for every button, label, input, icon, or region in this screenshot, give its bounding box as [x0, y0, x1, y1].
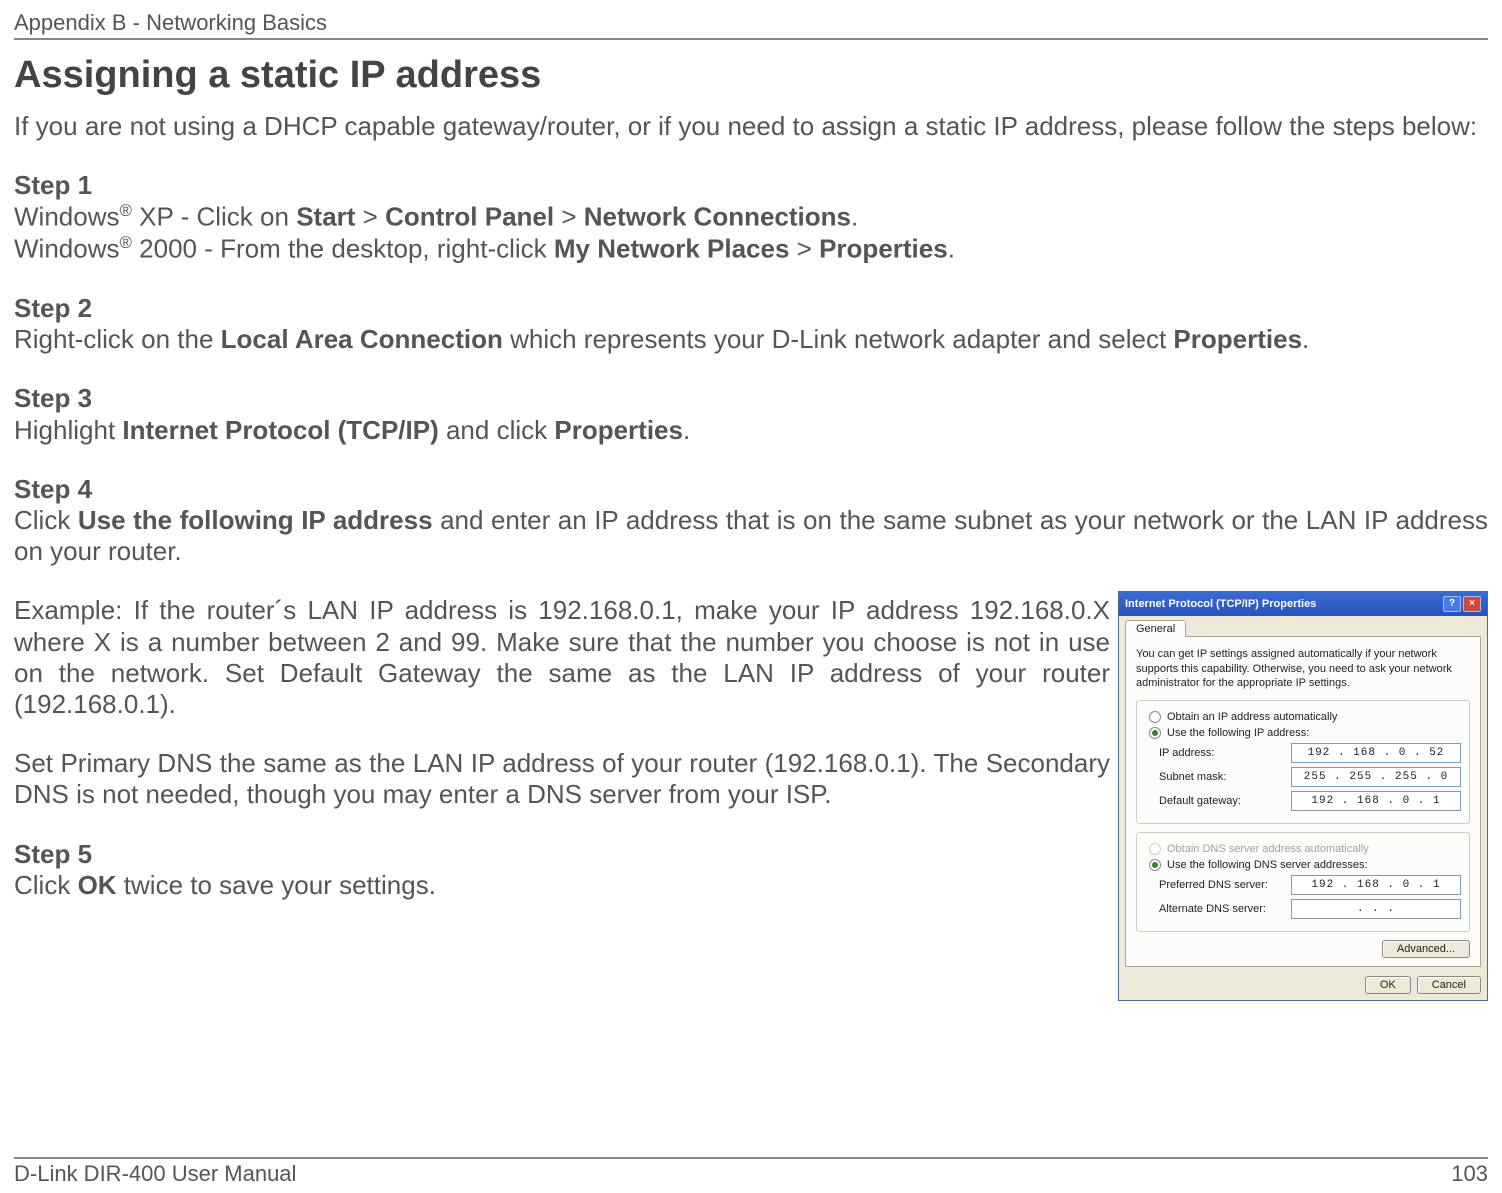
step-1-label: Step 1	[14, 170, 1488, 201]
radio-icon	[1149, 859, 1161, 871]
step-1-w2k: Windows® 2000 - From the desktop, right-…	[14, 233, 1488, 265]
radio-obtain-dns-auto: Obtain DNS server address automatically	[1149, 843, 1461, 855]
footer-left: D-Link DIR-400 User Manual	[14, 1161, 296, 1187]
ip-address-label: IP address:	[1145, 747, 1285, 759]
tab-row: General	[1119, 616, 1487, 637]
header-rule	[14, 38, 1488, 40]
dialog-info-text: You can get IP settings assigned automat…	[1136, 647, 1470, 690]
step-5: Step 5 Click OK twice to save your setti…	[14, 839, 1110, 901]
step-5-label: Step 5	[14, 839, 1110, 870]
radio-use-following-ip[interactable]: Use the following IP address:	[1149, 727, 1461, 739]
footer: D-Link DIR-400 User Manual 103	[14, 1157, 1488, 1187]
dialog-title-text: Internet Protocol (TCP/IP) Properties	[1125, 598, 1316, 610]
preferred-dns-label: Preferred DNS server:	[1145, 879, 1285, 891]
step-3: Step 3 Highlight Internet Protocol (TCP/…	[14, 383, 1488, 445]
page-title: Assigning a static IP address	[14, 54, 1488, 97]
advanced-button[interactable]: Advanced...	[1382, 940, 1470, 958]
dialog-titlebar: Internet Protocol (TCP/IP) Properties ? …	[1119, 592, 1487, 616]
step-2: Step 2 Right-click on the Local Area Con…	[14, 293, 1488, 355]
tab-panel: You can get IP settings assigned automat…	[1125, 636, 1481, 967]
ip-address-input[interactable]: 192 . 168 . 0 . 52	[1291, 743, 1461, 763]
footer-rule	[14, 1157, 1488, 1159]
alternate-dns-label: Alternate DNS server:	[1145, 903, 1285, 915]
tab-general[interactable]: General	[1125, 620, 1186, 637]
ok-button[interactable]: OK	[1365, 976, 1411, 994]
default-gateway-input[interactable]: 192 . 168 . 0 . 1	[1291, 791, 1461, 811]
subnet-mask-input[interactable]: 255 . 255 . 255 . 0	[1291, 767, 1461, 787]
header-section: Appendix B - Networking Basics	[14, 10, 1488, 36]
default-gateway-label: Default gateway:	[1145, 795, 1285, 807]
step-1-xp: Windows® XP - Click on Start > Control P…	[14, 201, 1488, 233]
step-2-label: Step 2	[14, 293, 1488, 324]
dns-field-group: Obtain DNS server address automatically …	[1136, 832, 1470, 932]
radio-obtain-ip-auto[interactable]: Obtain an IP address automatically	[1149, 711, 1461, 723]
cancel-button[interactable]: Cancel	[1417, 976, 1481, 994]
dns-paragraph: Set Primary DNS the same as the LAN IP a…	[14, 748, 1110, 810]
step-4: Step 4 Click Use the following IP addres…	[14, 474, 1488, 568]
tcpip-properties-dialog: Internet Protocol (TCP/IP) Properties ? …	[1118, 591, 1488, 1001]
radio-icon	[1149, 843, 1161, 855]
radio-icon	[1149, 727, 1161, 739]
alternate-dns-input[interactable]: . . .	[1291, 899, 1461, 919]
preferred-dns-input[interactable]: 192 . 168 . 0 . 1	[1291, 875, 1461, 895]
ip-field-group: Obtain an IP address automatically Use t…	[1136, 700, 1470, 824]
step-1: Step 1 Windows® XP - Click on Start > Co…	[14, 170, 1488, 265]
radio-icon	[1149, 711, 1161, 723]
intro-paragraph: If you are not using a DHCP capable gate…	[14, 111, 1488, 142]
step-3-label: Step 3	[14, 383, 1488, 414]
radio-use-following-dns[interactable]: Use the following DNS server addresses:	[1149, 859, 1461, 871]
step-4-label: Step 4	[14, 474, 1488, 505]
example-paragraph: Example: If the router´s LAN IP address …	[14, 595, 1110, 720]
page-number: 103	[1451, 1161, 1488, 1187]
help-button[interactable]: ?	[1443, 596, 1461, 612]
close-button[interactable]: ×	[1463, 596, 1481, 612]
subnet-mask-label: Subnet mask:	[1145, 771, 1285, 783]
